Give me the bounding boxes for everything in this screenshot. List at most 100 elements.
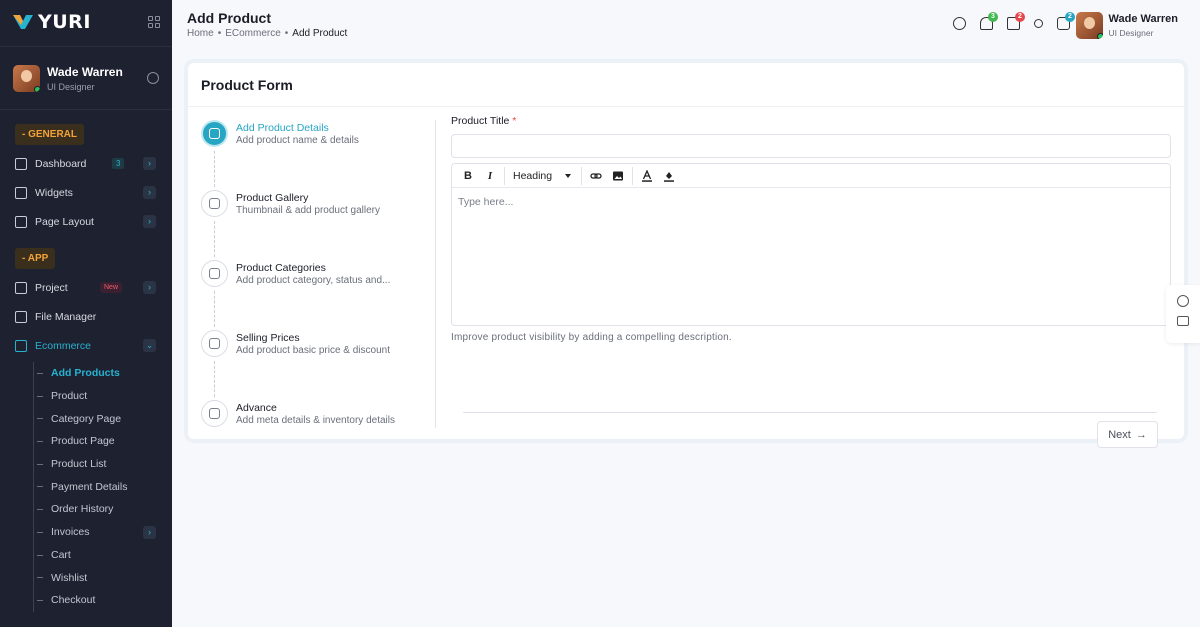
heading-select-value: Heading: [513, 169, 553, 182]
submenu-item-category-page[interactable]: Category Page: [34, 407, 172, 430]
sidebar-item-widgets[interactable]: Widgets ›: [0, 178, 172, 207]
editor-toolbar: B I Heading: [452, 164, 1170, 188]
advance-icon: [201, 400, 228, 427]
toolbar-divider: [581, 166, 582, 185]
sidebar: YURI Wade Warren UI Designer - GENERAL D…: [0, 0, 172, 627]
breadcrumb: Home • ECommerce • Add Product: [187, 28, 348, 39]
submenu-item-product-list[interactable]: Product List: [34, 453, 172, 476]
logo-row: YURI: [0, 0, 172, 44]
cart-icon[interactable]: 2: [1057, 12, 1075, 30]
project-icon: [15, 281, 27, 294]
card-title: Product Form: [201, 77, 293, 93]
image-icon[interactable]: [608, 166, 628, 186]
submenu-item-cart[interactable]: Cart: [34, 544, 172, 567]
bold-button[interactable]: B: [458, 166, 478, 186]
sidebar-user-name: Wade Warren: [47, 64, 123, 79]
sidebar-item-label: Widgets: [35, 186, 73, 199]
grid-menu-icon[interactable]: [148, 16, 160, 28]
logo-icon: [13, 15, 33, 29]
customizer-icon[interactable]: [1177, 295, 1189, 307]
settings-icon[interactable]: [147, 72, 159, 84]
submenu-item-add-products[interactable]: Add Products: [34, 362, 172, 385]
sidebar-item-ecommerce[interactable]: Ecommerce ⌄: [0, 331, 172, 360]
online-status-icon: [34, 85, 40, 92]
price-tag-icon: [201, 330, 228, 357]
sidebar-item-label: File Manager: [35, 310, 97, 323]
layers-icon: [201, 260, 228, 287]
submenu-item-checkout[interactable]: Checkout: [34, 589, 172, 612]
details-icon: [201, 120, 228, 147]
section-label-general: - GENERAL: [15, 124, 84, 145]
bag-badge: 2: [1015, 12, 1025, 22]
step-connector: [214, 361, 215, 397]
breadcrumb-current: Add Product: [292, 28, 348, 39]
submenu-item-payment-details[interactable]: Payment Details: [34, 475, 172, 498]
sun-icon[interactable]: [1034, 19, 1043, 28]
sidebar-item-project[interactable]: Project New ›: [0, 273, 172, 302]
editor-placeholder[interactable]: Type here...: [452, 188, 1170, 216]
step-title: Product Categories: [236, 262, 326, 274]
brand-name: YURI: [38, 11, 91, 33]
breadcrumb-ecommerce[interactable]: ECommerce: [225, 28, 281, 39]
header-user[interactable]: Wade Warren UI Designer: [1075, 12, 1178, 39]
italic-button[interactable]: I: [480, 166, 500, 186]
cart-badge: 2: [1065, 12, 1075, 22]
step-advance[interactable]: Advance Add meta details & inventory det…: [201, 400, 431, 470]
arrow-right-icon: →: [1135, 428, 1147, 441]
submenu-item-wishlist[interactable]: Wishlist: [34, 566, 172, 589]
submenu-item-product[interactable]: Product: [34, 385, 172, 408]
submenu-item-label: Invoices: [51, 526, 90, 539]
next-button[interactable]: Next →: [1097, 421, 1158, 448]
link-icon[interactable]: [586, 166, 606, 186]
highlight-icon[interactable]: [659, 166, 679, 186]
top-header: Add Product Home • ECommerce • Add Product…: [172, 0, 1200, 52]
step-subtitle: Add meta details & inventory details: [236, 415, 395, 426]
step-subtitle: Thumbnail & add product gallery: [236, 205, 380, 216]
ecommerce-submenu: Add Products Product Category Page Produ…: [33, 362, 172, 612]
step-subtitle: Add product category, status and...: [236, 275, 391, 286]
chevron-right-icon[interactable]: ›: [143, 186, 156, 199]
submenu-item-product-page[interactable]: Product Page: [34, 430, 172, 453]
toolbar-divider: [632, 166, 633, 185]
step-add-product-details[interactable]: Add Product Details Add product name & d…: [201, 120, 431, 190]
chevron-right-icon[interactable]: ›: [143, 281, 156, 294]
bell-icon[interactable]: 3: [980, 12, 998, 30]
wizard-steps: Add Product Details Add product name & d…: [201, 120, 431, 470]
chevron-right-icon[interactable]: ›: [143, 215, 156, 228]
notification-badge: 3: [988, 12, 998, 22]
avatar: [13, 64, 40, 92]
avatar: [1075, 12, 1103, 39]
toolbar-divider: [504, 166, 505, 185]
heading-select[interactable]: Heading: [509, 166, 577, 186]
chevron-right-icon[interactable]: ›: [143, 525, 156, 539]
sidebar-item-label: Dashboard: [35, 157, 87, 170]
step-title: Add Product Details: [236, 122, 329, 134]
header-user-role: UI Designer: [1108, 28, 1154, 38]
bag-icon[interactable]: 2: [1007, 12, 1025, 30]
step-subtitle: Add product name & details: [236, 135, 359, 146]
monitor-icon[interactable]: [1177, 316, 1189, 326]
search-icon[interactable]: [953, 17, 966, 30]
header-user-name: Wade Warren: [1108, 13, 1178, 25]
product-title-input[interactable]: [451, 134, 1171, 158]
chevron-down-icon[interactable]: ⌄: [143, 339, 156, 352]
step-connector: [214, 151, 215, 187]
breadcrumb-home[interactable]: Home: [187, 28, 214, 39]
description-hint: Improve product visibility by adding a c…: [451, 332, 732, 343]
submenu-item-invoices[interactable]: Invoices ›: [34, 521, 172, 544]
sidebar-user-role: UI Designer: [47, 81, 95, 92]
submenu-item-order-history[interactable]: Order History: [34, 498, 172, 521]
chevron-right-icon[interactable]: ›: [143, 157, 156, 170]
sidebar-item-file-manager[interactable]: File Manager: [0, 302, 172, 331]
product-title-label: Product Title *: [451, 115, 1171, 127]
online-status-icon: [1096, 33, 1103, 39]
divider: [188, 106, 1184, 107]
description-editor: B I Heading Type here...: [451, 163, 1171, 326]
step-product-gallery[interactable]: Product Gallery Thumbnail & add product …: [201, 190, 431, 260]
step-selling-prices[interactable]: Selling Prices Add product basic price &…: [201, 330, 431, 400]
sidebar-item-page-layout[interactable]: Page Layout ›: [0, 207, 172, 236]
text-color-icon[interactable]: [637, 166, 657, 186]
sidebar-user: Wade Warren UI Designer: [0, 46, 172, 110]
step-product-categories[interactable]: Product Categories Add product category,…: [201, 260, 431, 330]
sidebar-item-dashboard[interactable]: Dashboard 3 ›: [0, 149, 172, 178]
